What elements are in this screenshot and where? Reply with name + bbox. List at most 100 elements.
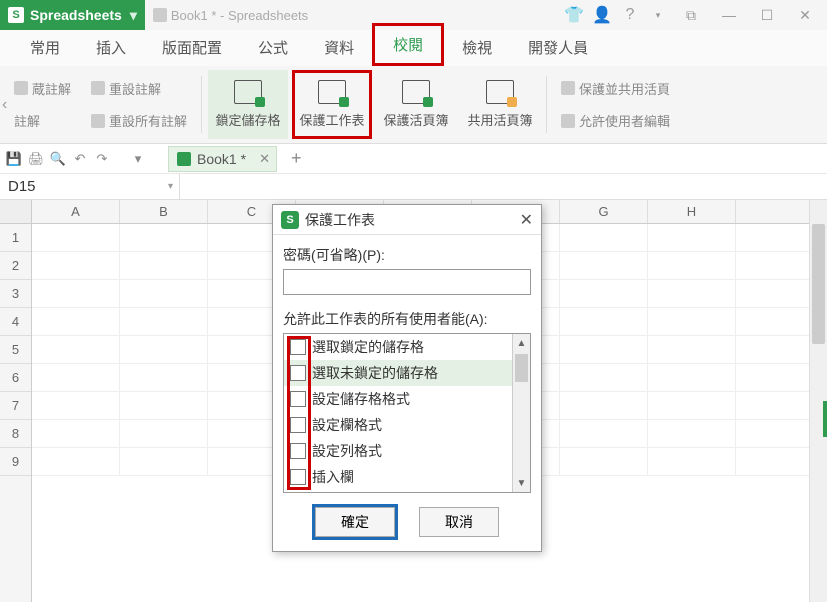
close-tab-icon[interactable]: ✕ [259,151,270,167]
minimize-button[interactable]: — [715,1,743,29]
perm-item[interactable]: 選取鎖定的儲存格 [284,334,512,360]
user-icon[interactable]: 👤 [593,6,611,24]
share-workbook-icon [486,80,514,104]
comment-icon [14,81,28,95]
scroll-down-icon[interactable]: ▼ [513,474,530,492]
preview-icon[interactable]: 🔍 [50,151,66,167]
col-header[interactable]: G [560,200,648,223]
tab-home[interactable]: 常用 [12,29,78,66]
tab-data[interactable]: 資料 [306,29,372,66]
app-logo[interactable]: S Spreadsheets ▾ [0,0,145,30]
doc-title: Book1 * - Spreadsheets [171,8,308,23]
close-window-button[interactable]: ✕ [791,1,819,29]
name-box-dropdown-icon[interactable]: ▾ [168,181,173,192]
protect-sheet-dialog: S 保護工作表 ✕ 密碼(可省略)(P): 允許此工作表的所有使用者能(A): … [272,204,542,552]
allow-users-edit-button[interactable]: 允許使用者編輯 [557,109,674,132]
cancel-button[interactable]: 取消 [419,507,499,537]
menu-bar: 常用 插入 版面配置 公式 資料 校閱 檢視 開發人員 [0,30,827,66]
document-tab[interactable]: Book1 * ✕ [168,146,277,172]
app-name: Spreadsheets [30,7,122,23]
row-header[interactable]: 9 [0,448,31,476]
reset-all-comments-button[interactable]: 重設所有註解 [87,109,191,132]
help-icon[interactable]: ? [621,6,639,24]
maximize-button[interactable]: ☐ [753,1,781,29]
print-icon[interactable]: 🖨 [28,151,44,167]
checkbox[interactable] [290,443,306,459]
edit-range-icon [561,114,575,128]
password-input[interactable] [283,269,531,295]
perm-item[interactable]: 設定列格式 [284,438,512,464]
list-scrollbar-thumb[interactable] [515,354,528,382]
reset-icon [91,81,105,95]
col-header[interactable]: A [32,200,120,223]
row-header[interactable]: 2 [0,252,31,280]
scrollbar-thumb[interactable] [812,224,825,344]
row-header[interactable]: 6 [0,364,31,392]
row-header[interactable]: 5 [0,336,31,364]
name-box-value: D15 [8,178,36,195]
tab-formula[interactable]: 公式 [240,29,306,66]
formula-bar-row: D15 ▾ [0,174,827,200]
select-all-corner[interactable] [0,200,31,224]
tab-review[interactable]: 校閱 [372,23,444,66]
lock-cells-button[interactable]: 鎖定儲存格 [208,70,288,139]
share-workbook-button[interactable]: 共用活頁簿 [460,70,540,139]
checkbox[interactable] [290,417,306,433]
qat-dropdown-icon[interactable]: ▾ [130,151,146,167]
scroll-up-icon[interactable]: ▲ [513,334,530,352]
row-header[interactable]: 8 [0,420,31,448]
protect-workbook-icon [402,80,430,104]
row-header[interactable]: 1 [0,224,31,252]
lock-cells-icon [234,80,262,104]
protect-sheet-button[interactable]: 保護工作表 [292,70,372,139]
restore-down-icon[interactable]: ⧉ [677,1,705,29]
permissions-label: 允許此工作表的所有使用者能(A): [283,309,531,329]
protect-share-button[interactable]: 保護並共用活頁 [557,77,674,100]
perm-item[interactable]: 選取未鎖定的儲存格 [284,360,512,386]
col-header[interactable]: B [120,200,208,223]
dialog-app-icon: S [281,211,299,229]
app-s-icon: S [8,7,24,23]
tab-developer[interactable]: 開發人員 [510,29,606,66]
list-scrollbar[interactable]: ▲ ▼ [512,334,530,492]
shirt-icon[interactable]: 👕 [565,6,583,24]
redo-icon[interactable]: ↷ [94,151,110,167]
dialog-close-icon[interactable]: ✕ [520,210,533,230]
ribbon-scroll-left-icon[interactable]: ‹ [2,96,7,114]
password-label: 密碼(可省略)(P): [283,245,531,265]
checkbox[interactable] [290,339,306,355]
protect-workbook-button[interactable]: 保護活頁簿 [376,70,456,139]
ok-button[interactable]: 確定 [315,507,395,537]
perm-item[interactable]: 設定欄格式 [284,412,512,438]
perm-item[interactable]: 設定儲存格格式 [284,386,512,412]
reset-comment-button[interactable]: 重設註解 [87,77,191,100]
ribbon: ‹ 蔵註解 註解 重設註解 重設所有註解 鎖定儲存格 保護工作表 保護活頁簿 共… [0,66,827,144]
tab-view[interactable]: 檢視 [444,29,510,66]
help-dropdown-icon[interactable]: ▾ [649,6,667,24]
doc-icon [153,8,167,22]
reset-all-icon [91,114,105,128]
new-tab-button[interactable]: + [291,148,302,169]
checkbox[interactable] [290,469,306,485]
checkbox[interactable] [290,391,306,407]
save-icon[interactable]: 💾 [6,151,22,167]
permissions-list: 選取鎖定的儲存格 選取未鎖定的儲存格 設定儲存格格式 設定欄格式 設定列格式 插… [283,333,531,493]
vertical-scrollbar[interactable] [809,200,827,602]
name-box[interactable]: D15 ▾ [0,174,180,200]
tab-insert[interactable]: 插入 [78,29,144,66]
col-header[interactable]: H [648,200,736,223]
row-header[interactable]: 3 [0,280,31,308]
row-header[interactable]: 4 [0,308,31,336]
hide-comment-button[interactable]: 蔵註解 [10,77,75,100]
dialog-titlebar[interactable]: S 保護工作表 ✕ [273,205,541,235]
app-dropdown-icon[interactable]: ▾ [130,7,137,24]
doc-tab-icon [177,152,191,166]
perm-item[interactable]: 插入欄 [284,464,512,490]
tab-pagelayout[interactable]: 版面配置 [144,29,240,66]
side-handle[interactable] [823,401,827,437]
checkbox[interactable] [290,365,306,381]
undo-icon[interactable]: ↶ [72,151,88,167]
comment-button[interactable]: 註解 [10,109,75,132]
row-header[interactable]: 7 [0,392,31,420]
title-doc: Book1 * - Spreadsheets [153,8,308,23]
